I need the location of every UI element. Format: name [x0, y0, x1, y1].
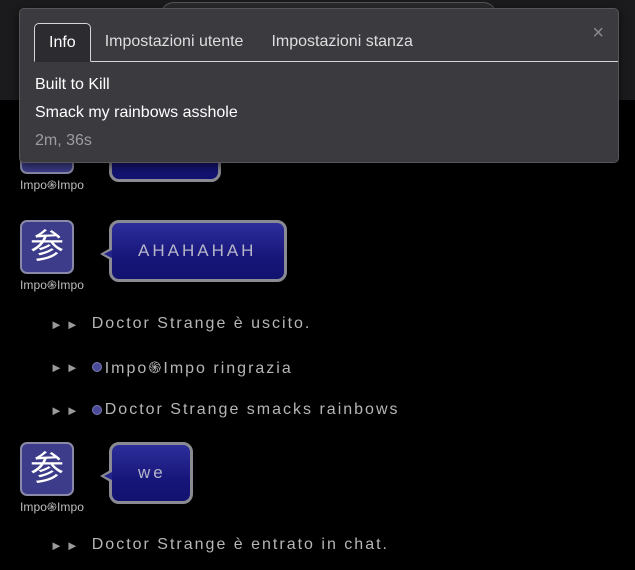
- event-line: ►► Doctor Strange smacks rainbows: [50, 398, 400, 422]
- message-text: we: [138, 463, 166, 482]
- room-description: Smack my rainbows asshole: [35, 104, 238, 121]
- expand-arrows-icon[interactable]: ►►: [50, 538, 82, 553]
- nickname[interactable]: Impo֍Impo: [12, 276, 92, 293]
- status-dot-icon: [91, 362, 102, 372]
- tab-info[interactable]: Info: [34, 23, 91, 62]
- nickname[interactable]: Impo֍Impo: [12, 176, 92, 193]
- event-text: Doctor Strange è uscito.: [91, 315, 312, 332]
- bubble-tail: [100, 469, 112, 483]
- chat-message: 参 Impo֍Impo we: [12, 442, 612, 520]
- info-popover: Info Impostazioni utente Impostazioni st…: [19, 8, 619, 163]
- elapsed-time: 2m, 36s: [35, 132, 92, 149]
- message-bubble: AHAHAHAH: [100, 220, 287, 282]
- event-line: ►► Impo֍Impo ringrazia: [50, 355, 293, 379]
- song-title: Built to Kill: [35, 76, 110, 93]
- event-line: ►► Doctor Strange è entrato in chat.: [50, 533, 389, 557]
- tab-room-settings[interactable]: Impostazioni stanza: [257, 23, 426, 61]
- expand-arrows-icon[interactable]: ►►: [50, 360, 82, 375]
- event-text: Doctor Strange è entrato in chat.: [91, 536, 389, 553]
- nickname[interactable]: Impo֍Impo: [12, 498, 92, 515]
- expand-arrows-icon[interactable]: ►►: [50, 317, 82, 332]
- avatar[interactable]: 参: [20, 220, 74, 274]
- avatar[interactable]: 参: [20, 442, 74, 496]
- event-text: Impo֍Impo ringrazia: [104, 360, 293, 377]
- status-dot-icon: [91, 405, 102, 415]
- event-text: Doctor Strange smacks rainbows: [104, 401, 400, 418]
- popover-tabs: Info Impostazioni utente Impostazioni st…: [34, 23, 618, 62]
- close-icon[interactable]: ×: [592, 23, 604, 43]
- message-bubble: we: [100, 442, 193, 504]
- message-text: AHAHAHAH: [138, 241, 257, 260]
- avatar-glyph: 参: [30, 449, 64, 489]
- popover-content: Built to Kill Smack my rainbows asshole …: [35, 71, 603, 155]
- bubble-tail: [100, 247, 112, 261]
- chat-message: 参 Impo֍Impo AHAHAHAH: [12, 220, 612, 298]
- avatar-glyph: 参: [30, 227, 64, 267]
- expand-arrows-icon[interactable]: ►►: [50, 403, 82, 418]
- event-line: ►► Doctor Strange è uscito.: [50, 312, 311, 336]
- tab-user-settings[interactable]: Impostazioni utente: [91, 23, 258, 61]
